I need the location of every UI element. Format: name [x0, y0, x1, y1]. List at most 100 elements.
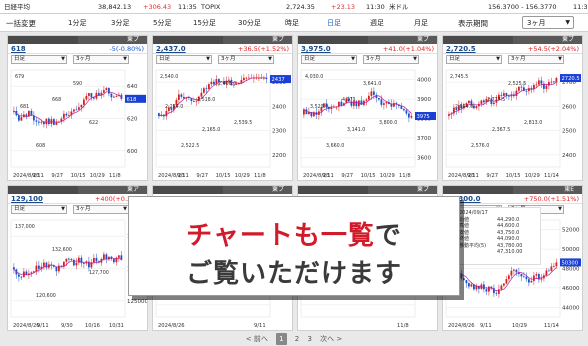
period-select[interactable]: 3ヶ月 ▼: [522, 16, 574, 29]
candle-body: [110, 93, 113, 98]
current-price[interactable]: 2,437.0: [156, 45, 186, 53]
interval-select[interactable]: 日足 ▼: [301, 55, 357, 64]
stock-name-bar[interactable]: [443, 186, 513, 194]
price-annotation: 668: [52, 97, 61, 103]
panel-header: 東プ: [443, 36, 582, 44]
ticker-change: +23.13: [331, 3, 356, 11]
range-select[interactable]: 3ヶ月 ▼: [73, 205, 129, 214]
price-row: 50,300.0 +750.0(+1.51%): [443, 194, 582, 204]
y-tick-label: 48000: [562, 267, 580, 273]
candle-body: [385, 102, 388, 104]
ticker-time: 11:35: [573, 3, 588, 11]
next-page-link[interactable]: 次へ >: [320, 333, 342, 345]
panel-header: 東プ: [298, 36, 437, 44]
interval-select-value: 日足: [14, 206, 26, 212]
interval-15min[interactable]: 15分足: [193, 18, 216, 28]
current-price[interactable]: 2,720.5: [446, 45, 476, 53]
x-tick-label: 11/8: [254, 173, 266, 179]
page-1-link[interactable]: 1: [276, 333, 287, 345]
market-label: 東プ: [561, 36, 574, 43]
interval-select[interactable]: 日足 ▼: [11, 55, 67, 64]
range-select[interactable]: 3ヶ月 ▼: [363, 55, 419, 64]
panel-controls: 日足 ▼ 3ヶ月 ▼: [153, 54, 292, 65]
interval-1min[interactable]: 1分足: [68, 18, 86, 28]
range-select[interactable]: 3ヶ月 ▼: [73, 55, 129, 64]
panel-controls: 日足 ▼ 3ヶ月 ▼: [443, 54, 582, 65]
stock-name-bar[interactable]: [153, 36, 223, 44]
stock-name-bar[interactable]: [8, 36, 78, 44]
interval-select[interactable]: 日足 ▼: [11, 205, 67, 214]
candle-body: [65, 258, 68, 262]
chart-panel[interactable]: 東プ 618 -5(-0.80%) 日足 ▼ 3ヶ月 ▼ 640 620 600 2024/8/23…: [7, 35, 148, 181]
market-label: 東プ: [271, 186, 284, 193]
interval-select-value: 日足: [14, 56, 26, 62]
chart-panel[interactable]: 東プ3,975.0+41.0(+1.04%)日足▼3ヶ月▼40003900380…: [297, 35, 438, 181]
price-annotation: 2,367.5: [492, 127, 510, 133]
chevron-down-icon: ▼: [268, 56, 272, 62]
tooltip-value: 44,290.0: [497, 216, 520, 223]
x-tick-label: 2024/8/26: [13, 323, 40, 329]
interval-toolbar: 一括変更 1分足 3分足 5分足 15分足 30分足 時足 日足 週足 月足 表…: [0, 14, 588, 32]
candle-body: [40, 121, 43, 123]
x-tick-label: 10/29: [525, 173, 540, 179]
stock-name-bar[interactable]: [298, 36, 368, 44]
last-price-badge-text: 2720.5: [562, 76, 580, 82]
interval-select[interactable]: 日足 ▼: [156, 55, 212, 64]
x-tick-label: 9/11: [254, 323, 266, 329]
candlestick-chart[interactable]: 2500 2400 2300 2200 2024/8/23 9/11 9/27 10/15 10…: [153, 66, 292, 181]
last-price-badge-text: 618: [127, 97, 137, 103]
current-price[interactable]: 3,975.0: [301, 45, 331, 53]
prev-page-link[interactable]: < 前へ: [246, 333, 268, 345]
panel-header: 東プ: [298, 186, 437, 194]
ticker-name: 日経平均: [4, 3, 30, 11]
stock-name-bar[interactable]: [443, 36, 513, 44]
x-tick-label: 11/14: [544, 173, 560, 179]
price-annotation: 120,600: [36, 293, 56, 299]
chevron-down-icon: ▼: [123, 56, 127, 62]
range-select-value: 3ヶ月: [366, 56, 381, 62]
stock-name-bar[interactable]: [298, 186, 368, 194]
candle-body: [20, 276, 23, 278]
candle-body: [553, 266, 555, 268]
interval-monthly[interactable]: 月足: [414, 18, 428, 28]
candlestick-chart[interactable]: 1350001300001250002024/8/269/119/3010/16…: [8, 216, 148, 331]
candlestick-chart[interactable]: 400039003800370036002024/8/239/119/2710/…: [298, 66, 437, 181]
candle-body: [373, 91, 375, 95]
candlestick-chart[interactable]: 640 620 600 2024/8/23 9/11 9/27 10/15 10/29 11/8…: [8, 66, 147, 181]
market-label: 東プ: [271, 36, 284, 43]
last-price-badge-text: 3975: [417, 114, 430, 120]
chart-panel[interactable]: 東プ 2,720.5 +54.5(+2.04%) 日足 ▼ 3ヶ月 ▼ 2700 2600 250…: [442, 35, 583, 181]
interval-3min[interactable]: 3分足: [111, 18, 129, 28]
page-3-link[interactable]: 3: [307, 333, 311, 345]
interval-select[interactable]: 日足 ▼: [446, 55, 502, 64]
range-select[interactable]: 3ヶ月 ▼: [508, 55, 564, 64]
interval-weekly[interactable]: 週足: [370, 18, 384, 28]
candle-body: [548, 270, 550, 272]
chart-panel[interactable]: 東プ 2,437.0 +36.5(+1.52%) 日足 ▼ 3ヶ月 ▼ 2500 2400 230…: [152, 35, 293, 181]
y-tick-label: 2400: [562, 153, 576, 159]
chart-panel[interactable]: 東ア129,100+400(+0.31%)日足▼3ヶ月▼135000130000…: [7, 185, 148, 331]
panel-header: 東プ: [153, 186, 292, 194]
interval-daily[interactable]: 日足: [327, 18, 341, 28]
interval-30min[interactable]: 30分足: [238, 18, 261, 28]
panel-controls: 日足 ▼ 3ヶ月 ▼: [8, 54, 147, 65]
current-price[interactable]: 129,100: [11, 195, 43, 203]
promo-suffix: で: [374, 221, 402, 251]
interval-5min[interactable]: 5分足: [153, 18, 171, 28]
stock-name-bar[interactable]: [153, 186, 223, 194]
candle-body: [208, 84, 210, 89]
interval-hourly[interactable]: 時足: [285, 18, 299, 28]
candle-body: [378, 97, 380, 100]
stock-name-bar[interactable]: [8, 186, 78, 194]
candle-body: [370, 91, 373, 96]
candlestick-chart[interactable]: 2700 2600 2500 2400 2024/8/23 9/11 9/27 10/15 10…: [443, 66, 582, 181]
x-tick-label: 11/8: [109, 173, 121, 179]
current-price[interactable]: 618: [11, 45, 26, 53]
page-2-link[interactable]: 2: [295, 333, 299, 345]
price-annotation: 679: [15, 74, 24, 80]
candle-body: [93, 257, 95, 263]
panel-header: 東ア: [8, 186, 147, 194]
candle-body: [115, 96, 118, 97]
range-select[interactable]: 3ヶ月 ▼: [218, 55, 274, 64]
candle-body: [78, 257, 80, 263]
